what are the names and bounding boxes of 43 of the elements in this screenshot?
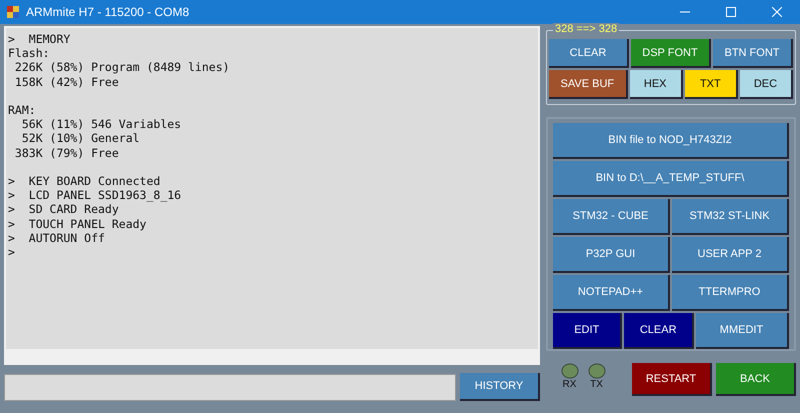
toolbar-button[interactable]: SAVE BUF (549, 70, 628, 99)
console-line: > AUTORUN Off (8, 230, 106, 246)
toolbar-button[interactable]: HEX (630, 70, 683, 99)
toolbar-button[interactable]: DEC (740, 70, 793, 99)
console-line: > MEMORY (8, 32, 72, 46)
console-line: 52K (10%) General (20, 131, 141, 146)
toolbar-button[interactable]: BTN FONT (713, 39, 793, 68)
toolbar-button[interactable]: CLEAR (624, 313, 694, 349)
toolbar-button[interactable]: STM32 - CUBE (553, 199, 670, 235)
console-line: 158K (42%) Free (14, 74, 120, 89)
command-input[interactable] (4, 374, 456, 400)
toolbar-button[interactable]: P32P GUI (553, 237, 670, 273)
toolbar-button[interactable]: TTERMPRO (672, 275, 789, 311)
action-button[interactable]: RESTART (632, 363, 712, 396)
console-line: 226K (58%) Program (8489 lines) (14, 60, 231, 75)
led-label: RX (562, 379, 576, 390)
byte-counter: 328 ==> 328 (553, 23, 620, 35)
action-button[interactable]: BACK (716, 363, 796, 396)
led-icon (560, 363, 578, 379)
console-line: > (8, 245, 16, 260)
toolbar-button[interactable]: BIN file to NOD_H743ZI2 (553, 123, 789, 159)
toolbar-button[interactable]: DSP FONT (631, 39, 711, 68)
toolbar-button[interactable]: USER APP 2 (672, 237, 789, 273)
window-title: ARMmite H7 - 115200 - COM8 (26, 5, 190, 19)
console-line: > TOUCH PANEL Ready (8, 216, 148, 231)
led-label: TX (590, 379, 603, 390)
toolbar-button[interactable]: EDIT (553, 313, 622, 349)
console-line: 383K (79%) Free (14, 146, 120, 160)
toolbar-button[interactable]: TXT (684, 70, 738, 99)
console-line: > SD CARD Ready (8, 202, 120, 217)
console-line: 56K (11%) 546 Variables (20, 117, 182, 132)
toolbar-button[interactable]: BIN to D:\__A_TEMP_STUFF\ (553, 161, 789, 197)
app-icon (6, 5, 20, 19)
console-line: RAM: (8, 103, 37, 118)
console-line: Flash: (8, 46, 51, 60)
led-icon (588, 363, 606, 379)
toolbar-button[interactable]: MMEDIT (696, 313, 790, 349)
toolbar-button[interactable]: STM32 ST-LINK (672, 199, 789, 235)
toolbar-button[interactable]: NOTEPAD++ (553, 275, 670, 311)
console-line: > KEY BOARD Connected (8, 174, 162, 188)
console-line: > LCD PANEL SSD1963_8_16 (8, 188, 182, 202)
toolbar-button[interactable]: CLEAR (549, 39, 629, 68)
history-button[interactable]: HISTORY (460, 373, 540, 401)
